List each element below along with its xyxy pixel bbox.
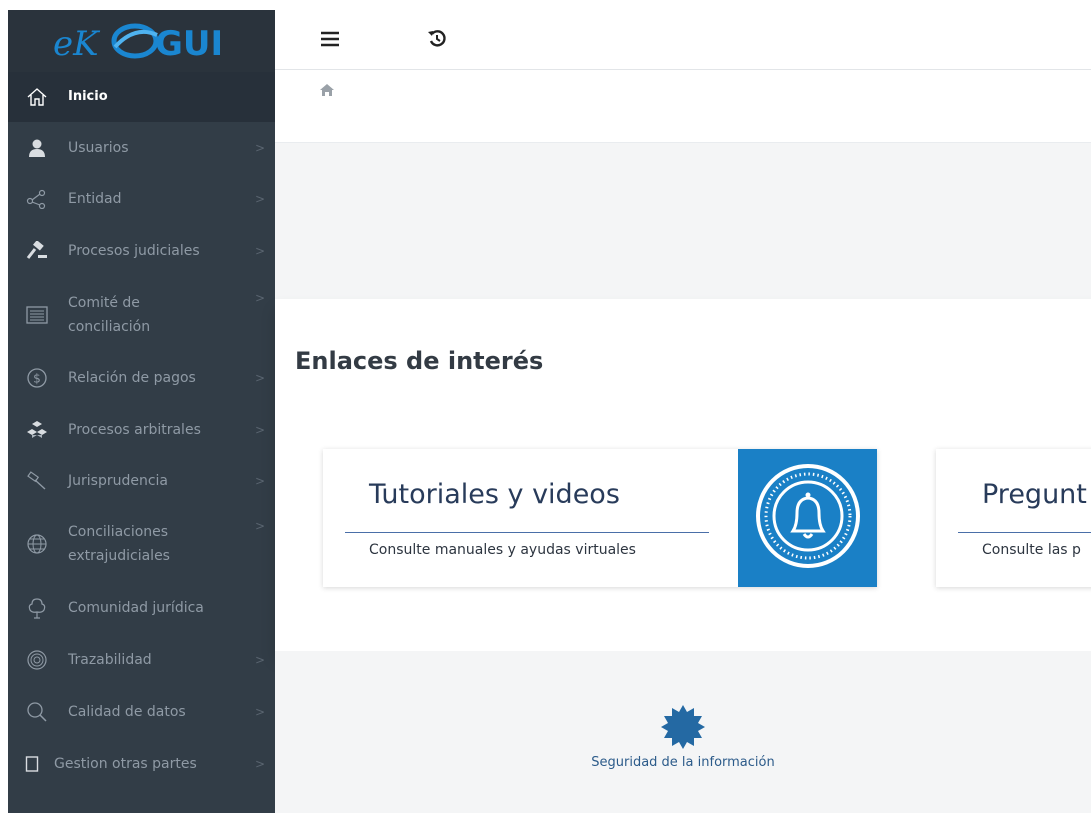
bell-icon <box>753 461 863 575</box>
card-subtitle: Consulte manuales y ayudas virtuales <box>369 542 636 558</box>
sidebar-item-label: Jurisprudencia <box>68 473 168 489</box>
svg-text:GUI: GUI <box>155 24 223 64</box>
chevron-right-icon: > <box>254 474 265 488</box>
card-title: Pregunt <box>982 479 1087 510</box>
chevron-right-icon: > <box>254 244 265 258</box>
sidebar-item-gestion-otras-partes[interactable]: Gestion otras partes > <box>8 738 275 790</box>
sidebar-item-comite-conciliacion[interactable]: Comité de conciliación > <box>8 278 275 352</box>
sidebar-item-label: Entidad <box>68 190 122 207</box>
chevron-right-icon: > <box>254 705 265 719</box>
tree-icon <box>24 596 50 620</box>
chevron-right-icon: > <box>254 140 265 155</box>
brand-logo[interactable]: eK GUI <box>8 10 275 72</box>
user-icon <box>24 136 50 160</box>
hamburger-menu-icon[interactable] <box>319 28 341 50</box>
badge-icon <box>275 703 1091 751</box>
svg-text:$: $ <box>33 372 41 386</box>
chevron-right-icon: > <box>254 653 265 667</box>
security-info-label: Seguridad de la información <box>591 755 775 770</box>
list-box-icon <box>24 303 50 327</box>
sidebar-item-label: Comunidad jurídica <box>68 600 204 616</box>
sidebar-item-label: Relación de pagos <box>68 370 196 386</box>
top-bar <box>275 10 1091 70</box>
sidebar: eK GUI Inicio Usuarios > Entidad > Proce… <box>8 10 275 813</box>
content-background <box>275 143 1091 301</box>
sidebar-item-label: Usuarios <box>68 139 129 156</box>
sidebar-item-label: Procesos arbitrales <box>68 422 201 438</box>
gavel-icon <box>24 239 50 263</box>
chevron-right-icon: > <box>254 423 265 437</box>
home-icon[interactable] <box>319 82 335 98</box>
card-tutoriales-videos[interactable]: Tutoriales y videos Consulte manuales y … <box>323 449 877 587</box>
sidebar-item-calidad-datos[interactable]: Calidad de datos > <box>8 686 275 738</box>
sidebar-item-comunidad-juridica[interactable]: Comunidad jurídica <box>8 582 275 634</box>
sidebar-item-label: Conciliaciones extrajudiciales <box>68 524 170 564</box>
hammer-icon <box>24 469 50 493</box>
square-icon <box>24 752 40 776</box>
sidebar-item-conciliaciones-extrajudiciales[interactable]: Conciliaciones extrajudiciales > <box>8 506 275 582</box>
sidebar-item-label: Procesos judiciales <box>68 243 200 259</box>
home-icon <box>24 85 50 109</box>
share-nodes-icon <box>24 187 50 211</box>
sidebar-item-procesos-judiciales[interactable]: Procesos judiciales > <box>8 224 275 278</box>
sidebar-item-inicio[interactable]: Inicio <box>8 72 275 122</box>
card-divider <box>345 532 709 533</box>
sidebar-item-trazabilidad[interactable]: Trazabilidad > <box>8 634 275 686</box>
dollar-circle-icon: $ <box>24 366 50 390</box>
chevron-right-icon: > <box>254 757 265 771</box>
sidebar-item-procesos-arbitrales[interactable]: Procesos arbitrales > <box>8 404 275 456</box>
footer: Seguridad de la información <box>275 651 1091 813</box>
links-panel: Enlaces de interés Tutoriales y videos C… <box>275 299 1091 651</box>
sidebar-item-label: Inicio <box>68 89 108 104</box>
breadcrumb <box>275 70 1091 143</box>
chevron-right-icon: > <box>254 519 265 533</box>
sidebar-item-label: Calidad de datos <box>68 704 186 720</box>
security-info-link[interactable]: Seguridad de la información <box>275 703 1091 770</box>
card-icon-box <box>738 449 877 587</box>
search-icon <box>24 700 50 724</box>
sidebar-item-relacion-pagos[interactable]: $ Relación de pagos > <box>8 352 275 404</box>
sidebar-item-jurisprudencia[interactable]: Jurisprudencia > <box>8 456 275 506</box>
chevron-right-icon: > <box>254 371 265 385</box>
sidebar-item-label: Comité de conciliación <box>68 295 151 335</box>
chevron-right-icon: > <box>254 291 265 305</box>
sidebar-item-usuarios[interactable]: Usuarios > <box>8 122 275 173</box>
app-window: eK GUI Inicio Usuarios > Entidad > Proce… <box>0 0 1091 813</box>
svg-text:eK: eK <box>53 24 101 64</box>
fingerprint-icon <box>24 648 50 672</box>
sidebar-item-label: Trazabilidad <box>68 652 152 668</box>
card-preguntas[interactable]: Pregunt Consulte las p <box>936 449 1091 587</box>
section-title: Enlaces de interés <box>295 347 544 375</box>
card-divider <box>958 532 1091 533</box>
card-subtitle: Consulte las p <box>982 542 1081 558</box>
history-icon[interactable] <box>425 27 449 51</box>
cubes-icon <box>24 418 50 442</box>
sidebar-item-label: Gestion otras partes <box>54 756 197 772</box>
sidebar-item-entidad[interactable]: Entidad > <box>8 173 275 224</box>
chevron-right-icon: > <box>254 191 265 206</box>
card-title: Tutoriales y videos <box>369 479 620 510</box>
globe-icon <box>24 532 50 556</box>
